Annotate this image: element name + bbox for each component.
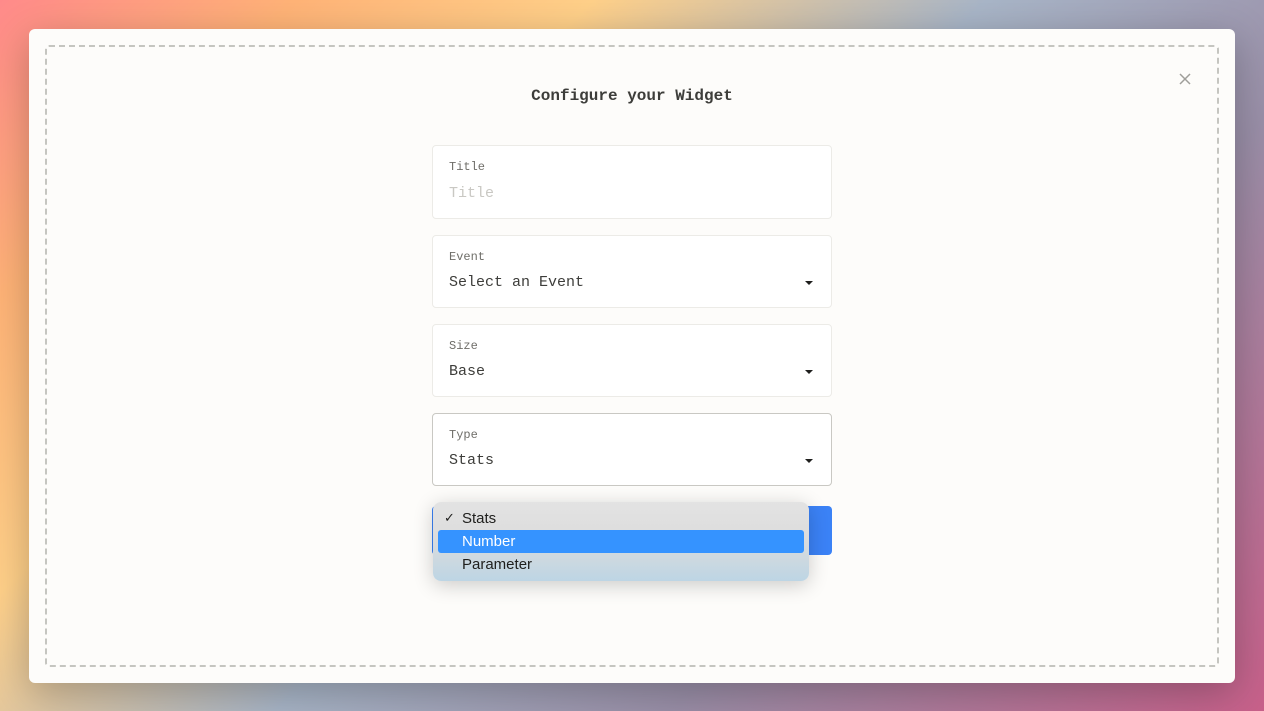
type-select-value: Stats <box>449 452 494 469</box>
dropdown-option-parameter[interactable]: Parameter <box>438 553 804 576</box>
chevron-down-icon <box>803 455 815 467</box>
event-field: Event Select an Event <box>432 235 832 308</box>
event-select-value: Select an Event <box>449 274 584 291</box>
size-field: Size Base <box>432 324 832 397</box>
title-input[interactable] <box>449 185 815 202</box>
type-label: Type <box>449 428 815 442</box>
title-field: Title <box>432 145 832 219</box>
chevron-down-icon <box>803 366 815 378</box>
event-select[interactable]: Select an Event <box>449 274 815 291</box>
dropdown-option-number[interactable]: Number <box>438 530 804 553</box>
type-field: Type Stats <box>432 413 832 486</box>
size-select[interactable]: Base <box>449 363 815 380</box>
modal-container: Configure your Widget Title Event Select… <box>29 29 1235 683</box>
event-label: Event <box>449 250 815 264</box>
modal-title: Configure your Widget <box>531 87 733 105</box>
size-label: Size <box>449 339 815 353</box>
title-label: Title <box>449 160 815 174</box>
chevron-down-icon <box>803 277 815 289</box>
dropdown-option-stats[interactable]: Stats <box>438 507 804 530</box>
size-select-value: Base <box>449 363 485 380</box>
close-button[interactable] <box>1177 71 1193 87</box>
close-icon <box>1177 71 1193 87</box>
modal-content: Configure your Widget Title Event Select… <box>432 87 832 555</box>
type-dropdown-popup: Stats Number Parameter <box>433 502 809 581</box>
type-select[interactable]: Stats <box>449 452 815 469</box>
